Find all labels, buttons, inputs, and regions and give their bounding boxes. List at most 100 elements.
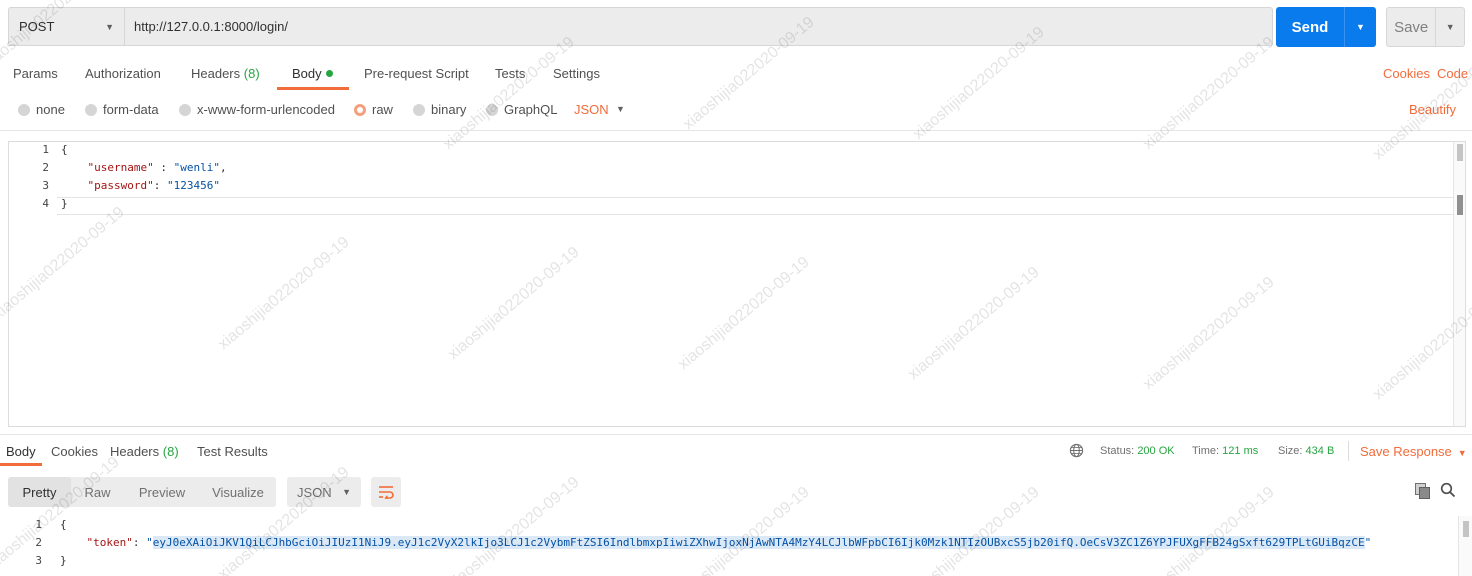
view-mode-group: Pretty Raw Preview Visualize <box>8 477 276 507</box>
response-body-viewer[interactable]: 1 2 3 { "token": "eyJ0eXAiOiJKV1QiLCJhbG… <box>0 516 1472 576</box>
request-url-bar: POST ▼ http://127.0.0.1:8000/login/ Send… <box>8 7 1465 47</box>
size-value: 434 B <box>1305 445 1335 457</box>
radio-none[interactable]: none <box>18 102 65 117</box>
line-number: 4 <box>42 197 49 210</box>
radio-circle-icon <box>486 103 498 116</box>
code-line: { <box>60 518 67 531</box>
response-scrollbar[interactable] <box>1458 516 1472 576</box>
line-number: 1 <box>42 143 49 156</box>
tab-headers[interactable]: Headers (8) <box>191 66 260 81</box>
status-label: Status: <box>1100 445 1135 457</box>
response-tab-cookies[interactable]: Cookies <box>51 444 98 459</box>
code-line: } <box>61 197 68 210</box>
response-format-select[interactable]: JSON ▼ <box>287 477 361 507</box>
view-visualize-button[interactable]: Visualize <box>200 477 276 507</box>
copy-icon[interactable] <box>1414 482 1432 500</box>
json-value: "123456" <box>166 179 220 192</box>
code-line: } <box>60 554 67 567</box>
request-body-editor[interactable]: 1 2 3 4 { "username" : "wenli", "passwor… <box>8 141 1466 427</box>
divider <box>1348 441 1349 461</box>
radio-form-data[interactable]: form-data <box>85 102 159 117</box>
radio-urlencoded-label: x-www-form-urlencoded <box>197 102 335 117</box>
time-label: Time: <box>1192 445 1220 457</box>
divider <box>0 130 1472 131</box>
code-line: { <box>61 143 68 156</box>
radio-binary[interactable]: binary <box>413 102 466 117</box>
response-size[interactable]: Size: 434 B <box>1278 445 1334 457</box>
tab-body-label: Body <box>292 66 322 81</box>
response-tab-body[interactable]: Body <box>6 444 36 459</box>
time-value: 121 ms <box>1222 445 1259 457</box>
wrap-lines-button[interactable] <box>371 477 401 507</box>
view-pretty-button[interactable]: Pretty <box>8 477 71 507</box>
wrap-lines-icon <box>379 486 394 499</box>
json-key: "username" <box>87 161 154 174</box>
json-comma: , <box>219 161 227 174</box>
tab-headers-count: (8) <box>243 66 260 81</box>
json-value: "wenli" <box>173 161 220 174</box>
radio-selected-icon <box>354 103 366 116</box>
active-tab-indicator <box>277 87 349 90</box>
method-select[interactable]: POST ▼ <box>8 7 124 46</box>
code-line: "token": "eyJ0eXAiOiJKV1QiLCJhbGciOiJIUz… <box>60 536 1371 549</box>
code-link[interactable]: Code <box>1437 66 1468 81</box>
tab-authorization[interactable]: Authorization <box>85 66 161 81</box>
line-number: 3 <box>42 179 49 192</box>
cookies-link[interactable]: Cookies <box>1383 66 1430 81</box>
response-status[interactable]: Status: 200 OK <box>1100 445 1175 457</box>
radio-binary-label: binary <box>431 102 467 117</box>
url-text: http://127.0.0.1:8000/login/ <box>134 19 288 34</box>
watermark: xiaoshijia022020-09-19 <box>440 33 578 154</box>
radio-circle-icon <box>18 103 30 116</box>
chevron-down-icon[interactable]: ▼ <box>616 104 625 114</box>
response-tab-headers[interactable]: Headers (8) <box>110 444 179 459</box>
scrollbar-thumb[interactable] <box>1457 144 1463 161</box>
response-time[interactable]: Time: 121 ms <box>1192 445 1258 457</box>
send-options-chevron-icon[interactable]: ▼ <box>1344 7 1376 47</box>
json-quote: " <box>1364 536 1372 549</box>
method-label: POST <box>19 19 55 34</box>
radio-circle-icon <box>179 103 191 116</box>
tab-prerequest-script[interactable]: Pre-request Script <box>364 66 469 81</box>
scrollbar-thumb[interactable] <box>1463 521 1469 537</box>
beautify-link[interactable]: Beautify <box>1409 102 1456 117</box>
save-options-chevron-icon[interactable]: ▼ <box>1435 8 1464 46</box>
radio-raw[interactable]: raw <box>354 102 393 117</box>
view-preview-button[interactable]: Preview <box>124 477 200 507</box>
view-raw-button[interactable]: Raw <box>71 477 124 507</box>
globe-icon[interactable] <box>1069 443 1084 458</box>
url-input[interactable]: http://127.0.0.1:8000/login/ <box>124 7 1273 46</box>
save-button[interactable]: Save ▼ <box>1386 7 1465 47</box>
radio-circle-icon <box>85 103 97 116</box>
tab-headers-label: Headers <box>191 66 241 81</box>
radio-graphql[interactable]: GraphQL <box>486 102 557 117</box>
tab-settings[interactable]: Settings <box>553 66 600 81</box>
body-format-select[interactable]: JSON <box>574 102 609 117</box>
response-tab-headers-label: Headers <box>110 444 160 459</box>
response-tab-test-results[interactable]: Test Results <box>197 444 268 459</box>
response-tabs: Body Cookies Headers (8) Test Results St… <box>0 438 1472 466</box>
tab-params[interactable]: Params <box>13 66 58 81</box>
save-label: Save <box>1394 18 1429 36</box>
tab-tests[interactable]: Tests <box>495 66 525 81</box>
search-icon[interactable] <box>1440 482 1456 498</box>
token-value[interactable]: eyJ0eXAiOiJKV1QiLCJhbGciOiJIUzI1NiJ9.eyJ… <box>152 536 1365 549</box>
active-tab-indicator <box>0 463 42 466</box>
radio-urlencoded[interactable]: x-www-form-urlencoded <box>179 102 335 117</box>
radio-graphql-label: GraphQL <box>504 102 558 117</box>
line-number: 2 <box>35 536 42 549</box>
tab-body[interactable]: Body <box>292 66 333 81</box>
active-line-highlight <box>57 197 1453 215</box>
json-separator: : <box>132 536 147 549</box>
chevron-down-icon: ▼ <box>342 487 351 497</box>
status-dot-icon <box>325 70 333 77</box>
editor-scrollbar[interactable] <box>1453 142 1465 426</box>
response-format-label: JSON <box>297 484 332 500</box>
save-response-button[interactable]: Save Response ▼ <box>1360 444 1467 459</box>
radio-none-label: none <box>36 102 65 117</box>
scrollbar-marker <box>1457 195 1463 215</box>
send-button[interactable]: Send ▼ <box>1276 7 1376 47</box>
line-number: 2 <box>42 161 49 174</box>
save-response-label: Save Response <box>1360 444 1452 459</box>
send-label: Send <box>1291 18 1329 36</box>
